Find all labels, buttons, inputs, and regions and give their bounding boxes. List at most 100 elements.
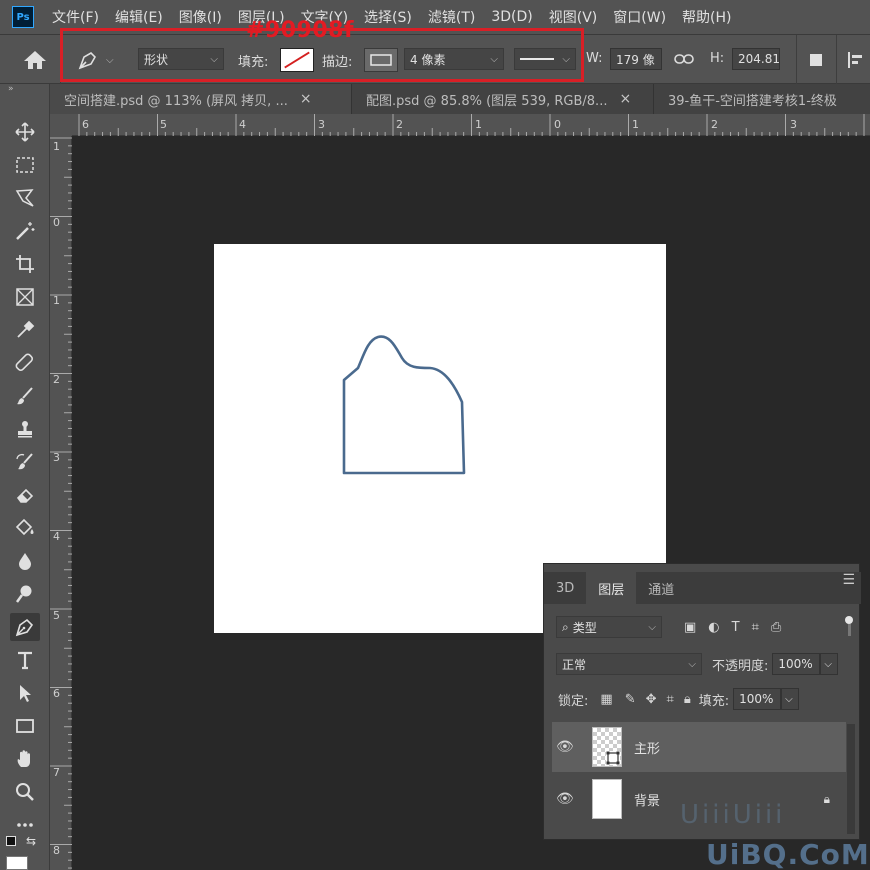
clone-stamp-tool[interactable] [10, 415, 40, 443]
lasso-tool[interactable] [10, 184, 40, 212]
stroke-swatch-button[interactable] [364, 48, 398, 72]
horizontal-ruler[interactable]: 6 5 4 3 2 1 0 1 2 3 [72, 114, 870, 136]
lock-all-icon[interactable]: 🔒︎ [684, 692, 691, 707]
hand-tool[interactable] [10, 745, 40, 773]
ruler-tick-label: 3 [790, 118, 797, 131]
tab-label: 配图.psd @ 85.8% (图层 539, RGB/8... [366, 93, 608, 109]
rectangle-tool[interactable] [10, 712, 40, 740]
paint-bucket-icon [15, 518, 34, 536]
menu-3d[interactable]: 3D(D) [491, 9, 532, 25]
layer-row-shape[interactable]: 👁︎ 主形 [552, 722, 846, 772]
zoom-tool[interactable] [10, 778, 40, 806]
panel-collapse-icon[interactable]: » [8, 84, 14, 94]
path-operations-button[interactable] [808, 52, 826, 70]
ruler-tick-label: 1 [632, 118, 639, 131]
magic-wand-tool[interactable] [10, 217, 40, 245]
blur-tool[interactable] [10, 547, 40, 575]
tool-preset-picker[interactable]: ⌵ [76, 48, 114, 72]
eyedropper-tool[interactable] [10, 316, 40, 344]
panel-tab-bar: 3D 图层 通道 [544, 572, 861, 604]
layer-filter-value: 类型 [572, 620, 597, 635]
smart-object-filter-icon[interactable]: ⎙ [771, 620, 781, 635]
type-tool[interactable] [10, 646, 40, 674]
blend-mode-select[interactable]: 正常 ⌵ [556, 653, 702, 675]
tab-document-1[interactable]: 空间搭建.psd @ 113% (屏风 拷贝, ... × [50, 84, 352, 114]
path-selection-tool[interactable] [10, 679, 40, 707]
menu-filter[interactable]: 滤镜(T) [428, 7, 475, 27]
ruler-tick-label: 1 [475, 118, 482, 131]
panel-menu-icon[interactable]: ☰ [842, 572, 855, 588]
width-field[interactable]: 179 像 [610, 48, 662, 70]
lock-position-icon[interactable]: ✥ [646, 692, 657, 707]
tab-document-2[interactable]: 配图.psd @ 85.8% (图层 539, RGB/8... × [352, 84, 654, 114]
default-colors-icon[interactable] [6, 836, 16, 846]
brush-tool[interactable] [10, 382, 40, 410]
adjustment-filter-icon[interactable]: ◐ [708, 620, 719, 635]
height-field[interactable]: 204.81 [732, 48, 780, 70]
fill-field[interactable]: 100% [733, 688, 782, 710]
paint-bucket-tool[interactable] [10, 514, 40, 542]
eye-icon[interactable]: 👁︎ [556, 791, 576, 807]
shape-filter-icon[interactable]: ⌗ [752, 620, 759, 635]
dodge-icon [15, 585, 32, 603]
ruler-tick-label: 7 [53, 766, 60, 779]
eye-icon[interactable]: 👁︎ [556, 739, 576, 755]
marquee-tool[interactable] [10, 151, 40, 179]
fill-dropdown[interactable]: ⌵ [781, 688, 800, 710]
frame-tool[interactable] [10, 283, 40, 311]
lock-transparency-icon[interactable]: ▦ [600, 692, 612, 707]
tab-document-3[interactable]: 39-鱼干-空间搭建考核1-终极 [654, 84, 870, 114]
menu-image[interactable]: 图像(I) [179, 7, 222, 27]
panel-scrollbar[interactable] [847, 724, 855, 834]
chevron-down-icon: ⌵ [106, 54, 114, 66]
close-icon[interactable]: × [300, 91, 312, 107]
close-icon[interactable]: × [619, 91, 631, 107]
opacity-field[interactable]: 100% [772, 653, 821, 675]
menu-help[interactable]: 帮助(H) [682, 7, 731, 27]
swap-colors-icon[interactable]: ⇆ [26, 834, 36, 848]
vertical-ruler[interactable]: 1 0 1 2 3 4 5 6 7 8 [50, 136, 72, 870]
foreground-color-swatch[interactable] [6, 856, 28, 870]
search-icon: ⌕ [562, 619, 569, 634]
path-alignment-button[interactable] [846, 50, 866, 70]
type-filter-icon[interactable]: T [732, 620, 740, 635]
opacity-dropdown[interactable]: ⌵ [820, 653, 839, 675]
filter-toggle[interactable] [845, 616, 853, 638]
layer-thumbnail [592, 727, 622, 767]
divider [836, 35, 837, 85]
menu-edit[interactable]: 编辑(E) [115, 7, 163, 27]
lock-artboard-icon[interactable]: ⌗ [667, 692, 674, 707]
stroke-width-field[interactable]: 4 像素 ⌵ [404, 48, 504, 70]
fill-swatch-button[interactable] [280, 48, 314, 72]
move-tool[interactable] [10, 118, 40, 146]
crop-tool[interactable] [10, 250, 40, 278]
chevron-down-icon: ⌵ [648, 621, 656, 633]
lock-pixels-icon[interactable]: ✎ [625, 692, 636, 707]
menu-window[interactable]: 窗口(W) [613, 7, 666, 27]
link-icon [674, 54, 694, 64]
fill-label: 填充: [698, 693, 730, 709]
tab-3d[interactable]: 3D [544, 572, 586, 604]
marquee-icon [16, 157, 34, 173]
image-filter-icon[interactable]: ▣ [684, 620, 696, 635]
eraser-tool[interactable] [10, 481, 40, 509]
menu-view[interactable]: 视图(V) [549, 7, 598, 27]
stroke-type-select[interactable]: ⌵ [514, 48, 576, 70]
history-brush-tool[interactable] [10, 448, 40, 476]
pen-tool[interactable] [10, 613, 40, 641]
ruler-tick-label: 0 [53, 216, 60, 229]
tab-channels[interactable]: 通道 [636, 572, 686, 604]
tab-layers[interactable]: 图层 [586, 572, 637, 604]
tool-mode-select[interactable]: 形状 ⌵ [138, 48, 224, 70]
home-button[interactable] [22, 49, 48, 71]
healing-brush-tool[interactable] [10, 349, 40, 377]
ruler-tick-label: 4 [239, 118, 246, 131]
dodge-tool[interactable] [10, 580, 40, 608]
link-dimensions-button[interactable] [674, 51, 694, 67]
align-left-icon [848, 52, 862, 68]
width-label: W: [586, 51, 603, 66]
menu-file[interactable]: 文件(F) [52, 7, 99, 27]
menu-select[interactable]: 选择(S) [364, 7, 412, 27]
chevron-down-icon: ⌵ [210, 53, 218, 65]
layer-filter-select[interactable]: ⌕ 类型 ⌵ [556, 616, 662, 638]
